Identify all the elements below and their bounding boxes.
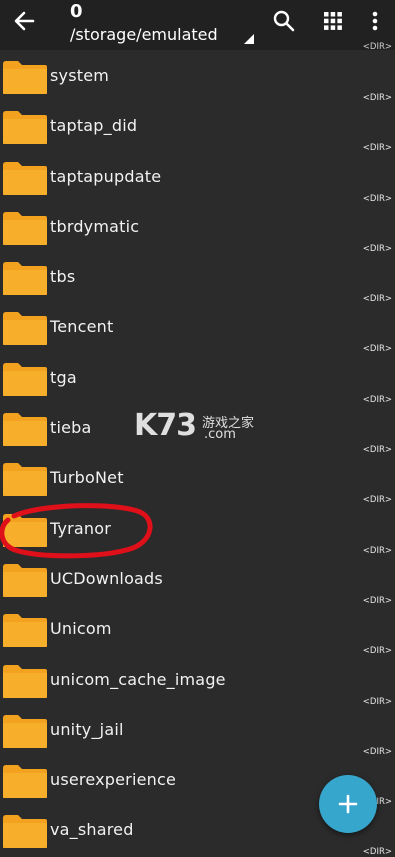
folder-icon <box>3 614 47 648</box>
arrow-back-icon <box>14 11 35 31</box>
list-item[interactable]: UCDownloads <DIR> <box>0 554 395 606</box>
grid-view-button[interactable] <box>320 8 346 34</box>
top-toolbar: 0 /storage/emulated <DIR> <box>0 0 395 52</box>
folder-icon <box>3 815 47 849</box>
current-path[interactable]: /storage/emulated <box>70 25 218 44</box>
file-name: userexperience <box>50 770 177 790</box>
list-item[interactable]: tbs <DIR> <box>0 252 395 304</box>
list-item[interactable]: taptap_did <DIR> <box>0 101 395 153</box>
file-name: Tyranor <box>50 518 112 538</box>
file-name: tieba <box>50 418 92 438</box>
folder-icon <box>3 563 47 597</box>
plus-icon <box>338 794 358 814</box>
file-name: taptapupdate <box>50 166 162 186</box>
file-list: system <DIR> taptap_did <DIR> taptapupdate <D… <box>0 51 395 857</box>
list-item[interactable]: unicom_cache_image <DIR> <box>0 655 395 707</box>
folder-icon <box>3 513 47 547</box>
folder-icon <box>3 111 47 145</box>
folder-icon <box>3 413 47 447</box>
folder-icon <box>3 664 47 698</box>
dir-tag: <DIR> <box>362 847 392 857</box>
file-name: system <box>50 66 110 85</box>
folder-icon <box>3 312 47 346</box>
file-name: tga <box>50 367 77 387</box>
list-item[interactable]: taptapupdate <DIR> <box>0 152 395 204</box>
more-options-button[interactable] <box>364 8 386 34</box>
list-item[interactable]: unity_jail <DIR> <box>0 705 395 757</box>
dropdown-caret-icon[interactable] <box>244 34 254 44</box>
folder-icon <box>3 61 47 94</box>
file-name: Unicom <box>50 619 112 639</box>
folder-icon <box>3 211 47 245</box>
list-item[interactable]: Tencent <DIR> <box>0 302 395 354</box>
file-name: unicom_cache_image <box>50 669 226 689</box>
search-icon <box>273 10 295 32</box>
list-item[interactable]: tieba <DIR> <box>0 403 395 455</box>
file-name: va_shared <box>50 820 134 840</box>
add-fab-button[interactable] <box>319 775 377 833</box>
folder-icon <box>3 463 47 497</box>
folder-icon <box>3 714 47 748</box>
grid-view-icon <box>324 12 342 30</box>
folder-icon <box>3 765 47 799</box>
file-name: tbs <box>50 267 76 287</box>
file-name: Tencent <box>50 317 114 337</box>
folder-icon <box>3 262 47 296</box>
more-vertical-icon <box>372 11 378 31</box>
list-item[interactable]: Unicom <DIR> <box>0 604 395 656</box>
folder-icon <box>3 362 47 396</box>
back-button[interactable] <box>9 7 43 37</box>
selection-count: 0 <box>70 1 83 22</box>
file-name: TurboNet <box>50 468 124 488</box>
file-name: UCDownloads <box>50 568 163 588</box>
file-name: tbrdymatic <box>50 216 140 236</box>
list-item[interactable]: tbrdymatic <DIR> <box>0 202 395 254</box>
list-item[interactable]: tga <DIR> <box>0 353 395 405</box>
folder-icon <box>3 161 47 195</box>
search-button[interactable] <box>271 8 297 34</box>
list-item[interactable]: TurboNet <DIR> <box>0 453 395 505</box>
list-item[interactable]: system <DIR> <box>0 51 395 103</box>
file-name: taptap_did <box>50 116 138 136</box>
list-item[interactable]: Tyranor <DIR> <box>0 504 395 556</box>
file-name: unity_jail <box>50 719 124 739</box>
